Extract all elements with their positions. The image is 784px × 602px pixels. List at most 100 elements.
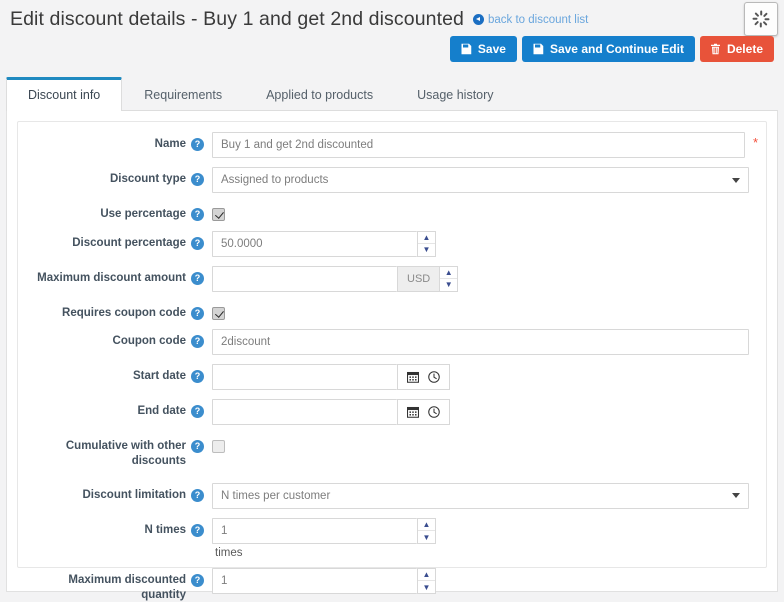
stepper-down-icon[interactable]: ▼ bbox=[418, 581, 435, 593]
page-root: Edit discount details - Buy 1 and get 2n… bbox=[0, 0, 784, 602]
tab-panel-discount-info: Name ? Buy 1 and get 2nd discounted * Di… bbox=[6, 110, 778, 592]
discount-limitation-select[interactable]: N times per customer bbox=[212, 483, 749, 509]
help-icon-discount-limitation[interactable]: ? bbox=[191, 489, 204, 502]
stepper-down-icon[interactable]: ▼ bbox=[418, 244, 435, 256]
help-icon-start-date[interactable]: ? bbox=[191, 370, 204, 383]
stepper-up-icon[interactable]: ▲ bbox=[440, 267, 457, 280]
coupon-code-input[interactable]: 2discount bbox=[212, 329, 749, 355]
maximum-discount-amount-stepper[interactable]: ▲ ▼ bbox=[439, 266, 458, 292]
help-icon-requires-coupon-code[interactable]: ? bbox=[191, 307, 204, 320]
floppy-save-icon bbox=[532, 43, 544, 55]
start-date-picker-buttons[interactable] bbox=[397, 364, 450, 390]
end-date-input[interactable] bbox=[212, 399, 397, 425]
n-times-input[interactable]: 1 bbox=[212, 518, 417, 544]
use-percentage-checkbox[interactable] bbox=[212, 208, 225, 221]
tab-applied-to-products-label: Applied to products bbox=[266, 88, 373, 102]
delete-button[interactable]: Delete bbox=[700, 36, 774, 62]
tab-requirements[interactable]: Requirements bbox=[122, 77, 244, 111]
start-date-input[interactable] bbox=[212, 364, 397, 390]
label-discount-type-text: Discount type bbox=[110, 172, 186, 187]
label-start-date: Start date ? bbox=[26, 364, 212, 384]
field-row-end-date: End date ? bbox=[26, 399, 758, 425]
circle-left-arrow-icon bbox=[473, 14, 484, 25]
help-icon-cumulative-with-other-discounts[interactable]: ? bbox=[191, 440, 204, 453]
label-start-date-text: Start date bbox=[133, 369, 186, 384]
field-row-discount-type: Discount type ? Assigned to products bbox=[26, 167, 758, 193]
label-coupon-code-text: Coupon code bbox=[113, 334, 186, 349]
save-and-continue-edit-button-label: Save and Continue Edit bbox=[550, 43, 684, 55]
control-use-percentage bbox=[212, 202, 758, 221]
control-cumulative-with-other-discounts bbox=[212, 434, 758, 453]
control-maximum-discount-amount: USD ▲ ▼ bbox=[212, 266, 758, 292]
loading-spinner-button[interactable] bbox=[744, 2, 778, 36]
stepper-down-icon[interactable]: ▼ bbox=[418, 531, 435, 543]
currency-addon: USD bbox=[397, 266, 439, 292]
calendar-icon[interactable] bbox=[407, 371, 419, 383]
discount-percentage-input[interactable]: 50.0000 bbox=[212, 231, 417, 257]
label-n-times-text: N times bbox=[144, 523, 186, 538]
help-icon-maximum-discounted-quantity[interactable]: ? bbox=[191, 574, 204, 587]
control-start-date bbox=[212, 364, 758, 390]
label-cumulative-with-other-discounts: Cumulative with other discounts ? bbox=[26, 434, 212, 468]
help-icon-discount-type[interactable]: ? bbox=[191, 173, 204, 186]
name-input[interactable]: Buy 1 and get 2nd discounted bbox=[212, 132, 745, 158]
chevron-down-icon bbox=[732, 178, 740, 183]
tab-usage-history-label: Usage history bbox=[417, 88, 493, 102]
stepper-up-icon[interactable]: ▲ bbox=[418, 232, 435, 245]
stepper-up-icon[interactable]: ▲ bbox=[418, 569, 435, 582]
field-row-start-date: Start date ? bbox=[26, 364, 758, 390]
n-times-stepper[interactable]: ▲ ▼ bbox=[417, 518, 436, 544]
tab-usage-history[interactable]: Usage history bbox=[395, 77, 515, 111]
loading-spinner-icon bbox=[753, 11, 770, 28]
maximum-discounted-quantity-stepper[interactable]: ▲ ▼ bbox=[417, 568, 436, 594]
tab-applied-to-products[interactable]: Applied to products bbox=[244, 77, 395, 111]
help-icon-coupon-code[interactable]: ? bbox=[191, 335, 204, 348]
label-maximum-discounted-quantity: Maximum discounted quantity ? bbox=[26, 568, 212, 602]
label-discount-limitation: Discount limitation ? bbox=[26, 483, 212, 503]
label-requires-coupon-code: Requires coupon code ? bbox=[26, 301, 212, 321]
help-icon-n-times[interactable]: ? bbox=[191, 524, 204, 537]
tab-discount-info[interactable]: Discount info bbox=[6, 77, 122, 111]
field-row-maximum-discounted-quantity: Maximum discounted quantity ? 1 ▲ ▼ bbox=[26, 568, 758, 602]
help-icon-end-date[interactable]: ? bbox=[191, 405, 204, 418]
label-discount-percentage: Discount percentage ? bbox=[26, 231, 212, 251]
tab-requirements-label: Requirements bbox=[144, 88, 222, 102]
field-row-discount-limitation: Discount limitation ? N times per custom… bbox=[26, 483, 758, 509]
discount-percentage-stepper[interactable]: ▲ ▼ bbox=[417, 231, 436, 257]
help-icon-use-percentage[interactable]: ? bbox=[191, 208, 204, 221]
page-header: Edit discount details - Buy 1 and get 2n… bbox=[0, 0, 784, 72]
field-row-coupon-code: Coupon code ? 2discount bbox=[26, 329, 758, 355]
maximum-discounted-quantity-input[interactable]: 1 bbox=[212, 568, 417, 594]
requires-coupon-code-checkbox[interactable] bbox=[212, 307, 225, 320]
end-date-picker-buttons[interactable] bbox=[397, 399, 450, 425]
cumulative-with-other-discounts-checkbox[interactable] bbox=[212, 440, 225, 453]
maximum-discount-amount-input[interactable] bbox=[212, 266, 397, 292]
control-discount-percentage: 50.0000 ▲ ▼ bbox=[212, 231, 758, 257]
stepper-up-icon[interactable]: ▲ bbox=[418, 519, 435, 532]
clock-icon[interactable] bbox=[428, 371, 440, 383]
save-and-continue-edit-button[interactable]: Save and Continue Edit bbox=[522, 36, 695, 62]
action-buttons: Save Save and Continue Edit Delete bbox=[450, 36, 774, 62]
clock-icon[interactable] bbox=[428, 406, 440, 418]
label-use-percentage: Use percentage ? bbox=[26, 202, 212, 222]
tab-bar: Discount info Requirements Applied to pr… bbox=[0, 76, 784, 110]
discount-type-selected-value: Assigned to products bbox=[221, 168, 328, 192]
help-icon-discount-percentage[interactable]: ? bbox=[191, 237, 204, 250]
back-link-label: back to discount list bbox=[488, 14, 588, 26]
calendar-icon[interactable] bbox=[407, 406, 419, 418]
help-icon-name[interactable]: ? bbox=[191, 138, 204, 151]
title-row: Edit discount details - Buy 1 and get 2n… bbox=[10, 8, 772, 31]
save-button[interactable]: Save bbox=[450, 36, 517, 62]
field-row-name: Name ? Buy 1 and get 2nd discounted * bbox=[26, 132, 758, 158]
field-row-requires-coupon-code: Requires coupon code ? bbox=[26, 301, 758, 321]
stepper-down-icon[interactable]: ▼ bbox=[440, 279, 457, 291]
delete-button-label: Delete bbox=[727, 43, 763, 55]
n-times-suffix-label: times bbox=[215, 547, 242, 559]
help-icon-maximum-discount-amount[interactable]: ? bbox=[191, 272, 204, 285]
control-discount-limitation: N times per customer bbox=[212, 483, 758, 509]
back-to-discount-list-link[interactable]: back to discount list bbox=[473, 14, 588, 26]
field-row-cumulative-with-other-discounts: Cumulative with other discounts ? bbox=[26, 434, 758, 468]
discount-type-select[interactable]: Assigned to products bbox=[212, 167, 749, 193]
label-cumulative-with-other-discounts-text: Cumulative with other discounts bbox=[61, 439, 186, 468]
label-discount-percentage-text: Discount percentage bbox=[72, 236, 186, 251]
